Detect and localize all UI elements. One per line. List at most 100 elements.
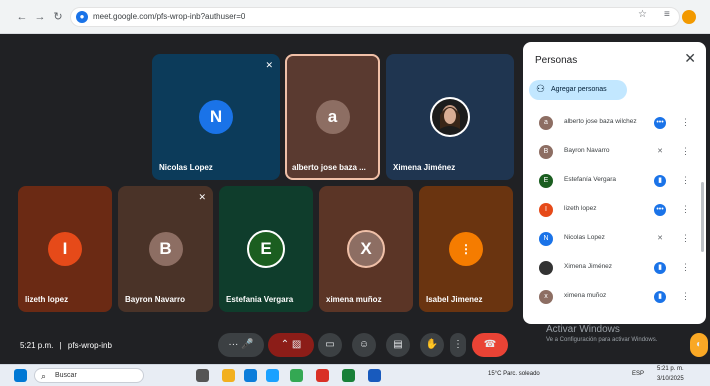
profile-avatar[interactable] — [682, 10, 696, 24]
clock-date[interactable]: 3/10/2025 — [657, 376, 684, 382]
participant-name: Bayron Navarro — [125, 295, 186, 304]
taskview-icon[interactable] — [196, 369, 209, 382]
more-vert-icon[interactable]: ⋮ — [681, 262, 690, 273]
participant-photo — [430, 97, 470, 137]
file-explorer-icon[interactable] — [222, 369, 235, 382]
add-people-label: Agregar personas — [551, 86, 607, 93]
more-vert-icon[interactable]: ⋮ — [681, 117, 690, 128]
arrow-left-icon[interactable]: ← — [14, 9, 30, 25]
participant-avatar: I — [48, 232, 82, 266]
speaking-icon[interactable]: ▮ — [654, 262, 666, 274]
clock-time[interactable]: 5:21 p. m. — [657, 366, 684, 372]
participant-name: alberto jose baza wilchez — [564, 118, 637, 125]
mic-off-icon[interactable]: ✕ — [654, 146, 666, 158]
participant-row[interactable]: Ximena Jiménez ▮ ⋮ — [539, 259, 699, 277]
participant-name: Isabel Jimenez — [426, 295, 483, 304]
participant-row[interactable]: Ilizeth lopez ••• ⋮ — [539, 201, 699, 219]
excel-icon[interactable] — [342, 369, 355, 382]
separator: | — [59, 341, 62, 350]
mail-icon[interactable] — [244, 369, 257, 382]
speaking-icon[interactable]: ▮ — [654, 291, 666, 303]
meeting-time: 5:21 p.m. — [20, 341, 54, 350]
tile-options-icon[interactable]: ⋮ — [449, 232, 483, 266]
speaking-icon[interactable]: ▮ — [654, 175, 666, 187]
participant-name: lizeth lopez — [25, 295, 69, 304]
participant-avatar: E — [247, 230, 285, 268]
scrollbar[interactable] — [701, 182, 704, 252]
word-icon[interactable] — [368, 369, 381, 382]
participant-row[interactable]: x ximena muñoz ▮ ⋮ — [539, 288, 699, 306]
participant-avatar: B — [539, 145, 553, 159]
emoji-icon[interactable]: ☺ — [352, 333, 376, 357]
site-info-icon[interactable]: ● — [76, 11, 88, 23]
extensions-icon[interactable]: ≡ — [664, 9, 670, 20]
activities-icon[interactable]: ◐ — [690, 333, 708, 357]
participant-name: Ximena Jiménez — [393, 163, 456, 172]
participant-tile[interactable]: ⋮ Isabel Jimenez — [419, 186, 513, 312]
participant-tile[interactable]: N ✕ Nicolas Lopez — [152, 54, 280, 180]
present-icon[interactable]: ▤ — [386, 333, 410, 357]
chrome-icon[interactable] — [290, 369, 303, 382]
participant-avatar: a — [539, 116, 553, 130]
participant-row[interactable]: E Estefanía Vergara ▮ ⋮ — [539, 172, 699, 190]
windows-taskbar: ⌕ Buscar 15°C Parc. soleado ESP 5:21 p. … — [0, 364, 710, 386]
participant-row[interactable]: a alberto jose baza wilchez ••• ⋮ — [539, 114, 699, 132]
add-people-button[interactable]: ⚇ Agregar personas — [529, 80, 627, 100]
participant-avatar: N — [539, 232, 553, 246]
participant-tile[interactable]: a alberto jose baza ... — [285, 54, 380, 180]
camera-off-button[interactable]: ⌃ ▨ — [268, 333, 314, 357]
address-bar[interactable]: ● meet.google.com/pfs-wrop-inb?authuser=… — [70, 7, 680, 27]
more-vert-icon[interactable]: ⋮ — [681, 204, 690, 215]
participant-name: Bayron Navarro — [564, 147, 610, 154]
powerpoint-icon[interactable] — [316, 369, 329, 382]
raise-hand-icon[interactable]: ✋ — [420, 333, 444, 357]
more-options-icon[interactable]: ⋮ — [450, 333, 466, 357]
bookmark-star-icon[interactable]: ☆ — [638, 9, 647, 20]
search-icon: ⌕ — [41, 371, 47, 381]
participant-row[interactable]: B Bayron Navarro ✕ ⋮ — [539, 143, 699, 161]
mic-button[interactable]: ··· 🎤 — [218, 333, 264, 357]
more-vert-icon[interactable]: ⋮ — [681, 233, 690, 244]
language-indicator[interactable]: ESP — [632, 371, 644, 377]
participant-avatar: N — [199, 100, 233, 134]
captions-icon[interactable]: ▭ — [318, 333, 342, 357]
participant-name: Ximena Jiménez — [564, 263, 613, 270]
options-icon[interactable]: ••• — [654, 117, 666, 129]
participant-tile[interactable]: Ximena Jiménez — [386, 54, 514, 180]
leave-call-button[interactable]: ☎ — [472, 333, 508, 357]
more-vert-icon[interactable]: ⋮ — [681, 146, 690, 157]
arrow-right-icon[interactable]: → — [32, 9, 48, 25]
participant-name: Estefanía Vergara — [564, 176, 617, 183]
more-vert-icon[interactable]: ⋮ — [681, 291, 690, 302]
windows-watermark-title: Activar Windows — [546, 324, 620, 335]
participant-name: ximena muñoz — [564, 292, 607, 299]
windows-watermark-text: Ve a Configuración para activar Windows. — [546, 337, 658, 343]
windows-start-icon[interactable] — [14, 369, 27, 382]
participant-name: Nicolas Lopez — [564, 234, 605, 241]
participant-tile[interactable]: E Estefania Vergara — [219, 186, 313, 312]
reload-icon[interactable]: ↻ — [50, 9, 66, 25]
participant-name: Nicolas Lopez — [159, 163, 213, 172]
meeting-info: 5:21 p.m. | pfs-wrop-inb — [20, 341, 112, 350]
screen: ← → ↻ ● meet.google.com/pfs-wrop-inb?aut… — [0, 0, 710, 386]
participant-name: lizeth lopez — [564, 205, 597, 212]
browser-toolbar: ← → ↻ ● meet.google.com/pfs-wrop-inb?aut… — [0, 0, 710, 34]
mic-off-icon[interactable]: ✕ — [654, 233, 666, 245]
participant-tile[interactable]: B ✕ Bayron Navarro — [118, 186, 213, 312]
more-vert-icon[interactable]: ⋮ — [681, 175, 690, 186]
close-icon[interactable]: ✕ — [684, 51, 696, 65]
edge-icon[interactable] — [266, 369, 279, 382]
participant-row[interactable]: N Nicolas Lopez ✕ ⋮ — [539, 230, 699, 248]
options-icon[interactable]: ••• — [654, 204, 666, 216]
url-text: meet.google.com/pfs-wrop-inb?authuser=0 — [93, 12, 246, 21]
weather-text[interactable]: 15°C Parc. soleado — [488, 371, 540, 377]
participant-avatar: X — [347, 230, 385, 268]
search-placeholder: Buscar — [55, 372, 77, 379]
participant-avatar: x — [539, 290, 553, 304]
taskbar-search[interactable]: ⌕ Buscar — [34, 368, 144, 383]
participant-avatar: a — [315, 100, 350, 134]
participant-avatar: E — [539, 174, 553, 188]
participant-tile[interactable]: X ximena muñoz — [319, 186, 413, 312]
participant-tile[interactable]: I lizeth lopez — [18, 186, 112, 312]
people-panel: Personas ✕ ⚇ Agregar personas a alberto j… — [523, 42, 706, 324]
